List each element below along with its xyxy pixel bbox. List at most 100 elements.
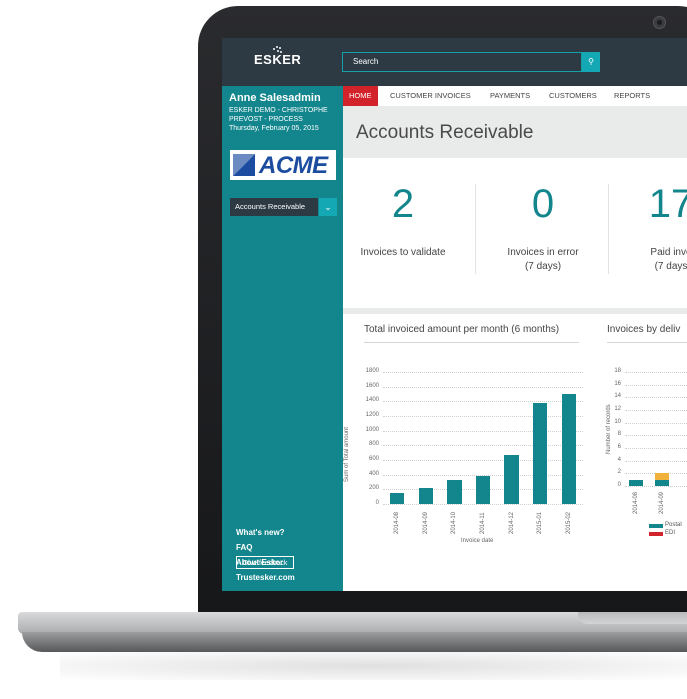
main-content: HOME CUSTOMER INVOICES PAYMENTS CUSTOMER… [343,86,687,591]
search-placeholder: Search [353,57,379,66]
stacked-bar-segment [655,473,669,480]
whats-new-link[interactable]: What's new? [236,528,285,537]
bar [561,394,576,504]
gridline [625,384,687,386]
kpi-label: Paid invo(7 days [650,247,687,272]
kpi-panel: 2 Invoices to validate 0 Invoices in err… [343,158,687,308]
user-name: Anne Salesadmin [229,92,321,104]
bar [533,402,548,504]
y-tick-label: 1000 [365,426,379,433]
gridline [383,372,583,373]
laptop-base-edge [22,632,687,652]
y-axis-title: Sum of Total amount [344,427,350,482]
chevron-down-icon: ⌄ [324,202,332,212]
gridline [625,410,687,411]
y-tick-label: 1800 [365,368,379,374]
y-tick-label: 4 [617,456,621,463]
y-tick-label: 14 [614,393,621,400]
y-tick-label: 0 [375,500,379,506]
kpi-value: 2 [391,182,415,226]
gridline [383,401,583,403]
tab-home[interactable]: HOME [343,86,378,106]
kpi-invoices-in-error[interactable]: 0 Invoices in error (7 days) [483,158,603,308]
chart-title-rule [364,342,579,343]
stacked-bar-segment [655,479,669,486]
gridline [625,397,687,399]
user-process: PREVOST - PROCESS [229,116,303,123]
bar [475,476,491,504]
current-date: Thursday, February 05, 2015 [229,125,319,132]
gridline [383,460,583,461]
y-tick-label: 2 [617,469,621,476]
view-selector[interactable]: Accounts Receivable [230,198,318,216]
kpi-divider [475,184,476,274]
gridline [383,416,583,417]
chart-title: Total invoiced amount per month (6 month… [364,324,560,335]
search-icon: ⚲ [588,57,594,66]
view-selector-toggle[interactable]: ⌄ [319,198,337,216]
tab-customers[interactable]: CUSTOMERS [549,86,597,106]
gridline [383,504,583,505]
trustesker-link[interactable]: Trustesker.com [236,573,295,582]
x-tick-label: 2014-08 [633,491,639,514]
kpi-paid-invoices[interactable]: 17 Paid invo(7 days [611,158,687,308]
stacked-bar-segment [629,479,643,486]
kpi-label: Invoices in error (7 days) [507,247,579,272]
laptop-notch [578,612,687,624]
bar [504,454,519,504]
kpi-label: Invoices to validate [360,247,446,258]
sidebar: Anne Salesadmin ESKER DEMO - CHRISTOPHE … [222,86,343,591]
gridline [383,386,583,388]
y-tick-label: 600 [368,456,379,462]
user-company: ESKER DEMO - CHRISTOPHE [229,107,328,114]
kpi-divider [608,184,609,274]
gridline [625,486,687,487]
y-tick-label: 1400 [365,397,379,404]
chart-title: Invoices by deliv [607,324,681,335]
x-tick-label: 2014-09 [659,491,665,514]
laptop-shadow [60,652,687,680]
y-tick-label: 16 [614,380,621,387]
gridline [625,372,687,373]
legend-swatch [649,524,663,528]
chart-title-rule [607,342,687,343]
y-axis-title: Number of records [606,404,612,454]
gridline [625,448,687,449]
esker-logo[interactable]: ESKER [254,52,301,67]
gridline [625,460,687,462]
webcam-icon [653,16,666,29]
gridline [625,422,687,424]
gridline [625,435,687,437]
x-axis-title: Invoice date [461,538,494,544]
faq-link[interactable]: FAQ [236,543,252,552]
x-tick-label: 2015-01 [537,511,544,534]
x-tick-label: 2014-09 [422,511,429,534]
kpi-value: 17 [648,182,687,226]
x-tick-label: 2014-12 [508,511,515,534]
y-tick-label: 1200 [365,412,379,418]
legend-label: Postal [665,522,682,528]
legend-label: EDI [665,530,676,536]
company-logo: ACME [230,150,336,180]
tab-customer-invoices[interactable]: CUSTOMER INVOICES [390,86,471,106]
bar [390,493,405,504]
company-logo-text: ACME [259,152,328,179]
tab-reports[interactable]: REPORTS [614,86,650,106]
y-tick-label: 800 [368,441,379,448]
page-title: Accounts Receivable [356,122,534,143]
kpi-value: 0 [531,182,555,226]
y-tick-label: 400 [368,470,379,477]
x-tick-label: 2014-11 [480,512,486,534]
gridline [383,445,583,447]
give-feedback-button[interactable]: Give feedback [236,556,294,569]
legend-swatch [649,532,663,536]
y-tick-label: 200 [368,485,379,492]
search-button[interactable]: ⚲ [582,52,600,72]
x-tick-label: 2014-10 [451,511,458,534]
charts-panel: Total invoiced amount per month (6 month… [343,314,687,591]
gridline [383,430,583,432]
x-tick-label: 2015-02 [565,511,572,534]
kpi-invoices-to-validate[interactable]: 2 Invoices to validate [343,158,463,308]
x-tick-label: 2014-08 [394,511,401,534]
tab-payments[interactable]: PAYMENTS [490,86,530,106]
